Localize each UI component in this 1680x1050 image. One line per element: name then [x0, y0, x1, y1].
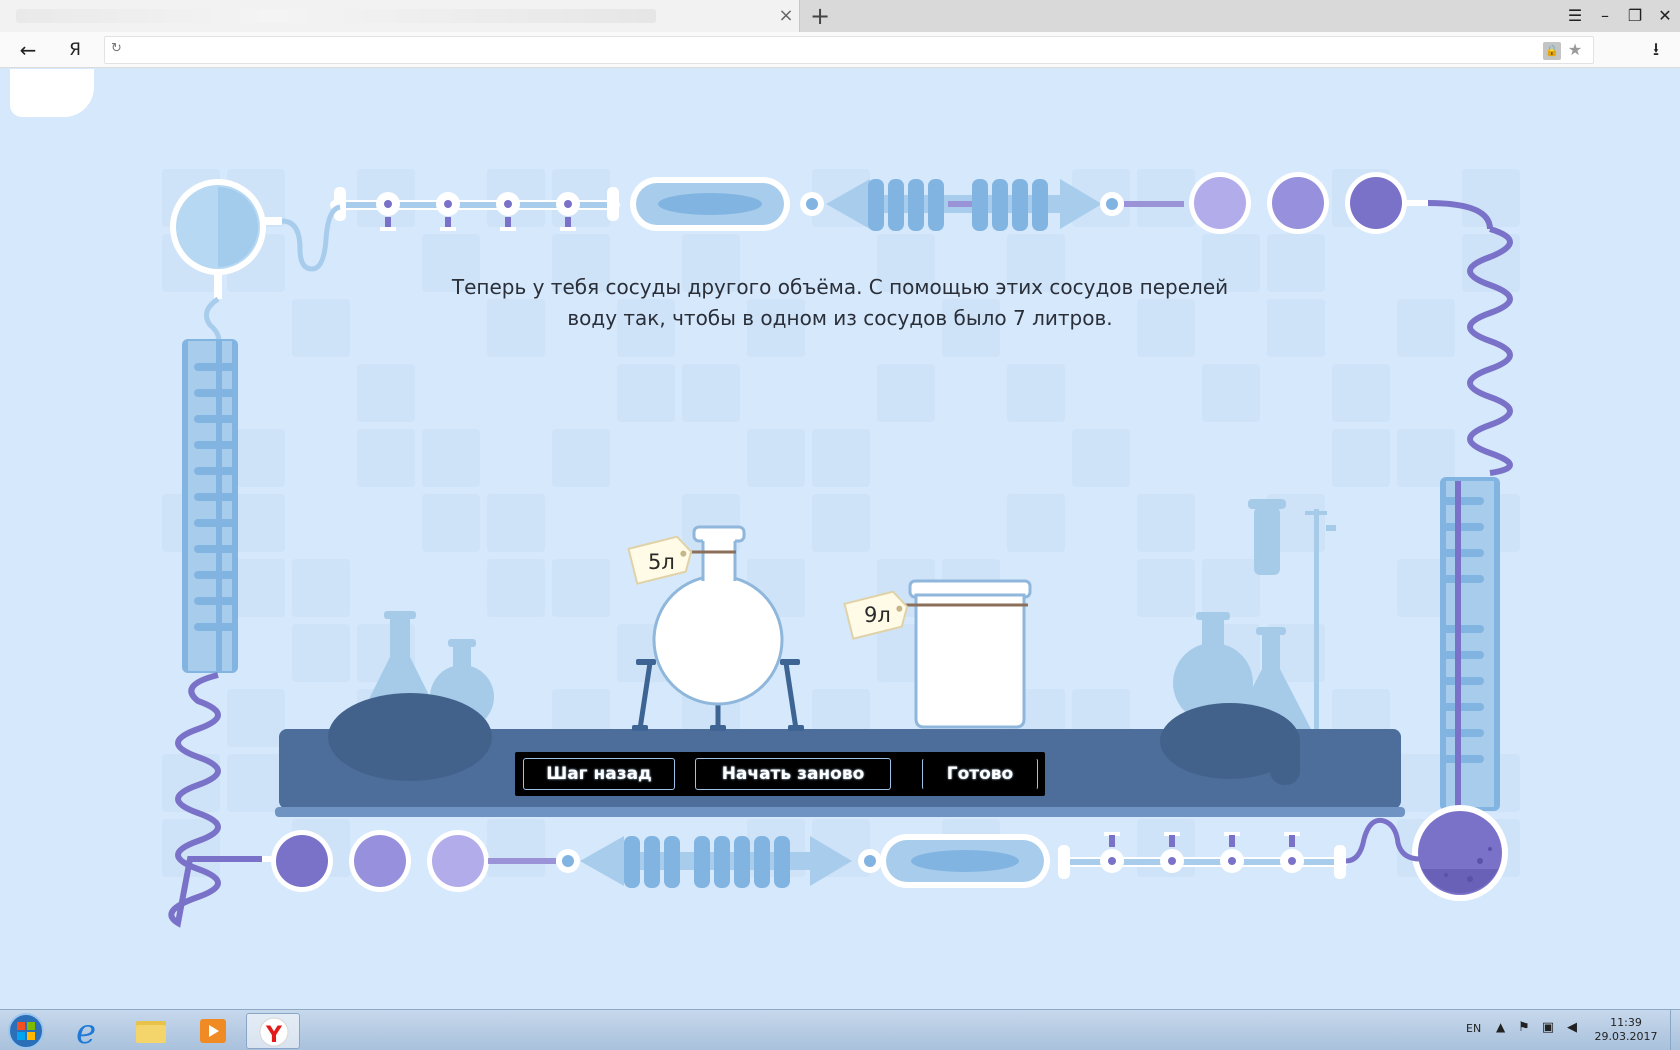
download-icon[interactable]: ⭳	[1644, 38, 1668, 62]
background-tile	[357, 364, 415, 422]
background-tile	[1007, 494, 1065, 552]
show-desktop-button[interactable]	[1670, 1010, 1680, 1050]
background-tile	[1072, 429, 1130, 487]
yandex-home-button[interactable]: Я	[62, 37, 88, 63]
action-center-flag-icon[interactable]: ⚑	[1516, 1020, 1532, 1036]
bookmark-star-icon[interactable]: ★	[1565, 40, 1585, 60]
vessel-label: 9л	[864, 603, 891, 627]
clock-date: 29.03.2017	[1594, 1030, 1658, 1043]
background-tile	[1202, 364, 1260, 422]
windows-start-icon[interactable]	[4, 1012, 48, 1050]
background-tile	[1267, 234, 1325, 292]
svg-text:e: e	[76, 1013, 96, 1049]
lock-icon[interactable]: 🔒	[1543, 42, 1561, 60]
close-window-icon[interactable]: ✕	[1650, 0, 1680, 32]
background-tile	[812, 429, 870, 487]
restart-button[interactable]: Начать заново	[695, 758, 891, 790]
lab-scene: 5л 9л	[162, 169, 1520, 928]
browser-toolbar: ← Я ↻ 🔒 ★ ⭳	[0, 32, 1680, 68]
background-tile	[422, 494, 480, 552]
menu-icon[interactable]: ☰	[1560, 0, 1590, 32]
game-page: 5л 9л Теперь у тебя сосуды другого объём…	[0, 69, 1680, 1009]
background-tile	[487, 819, 545, 877]
volume-icon[interactable]: ◀	[1564, 1020, 1580, 1036]
back-button[interactable]: ←	[14, 37, 42, 63]
vessel-5l-flask[interactable]: 5л	[627, 525, 804, 731]
background-tile	[1137, 559, 1195, 617]
close-tab-icon[interactable]: ×	[776, 6, 796, 26]
background-tile	[422, 429, 480, 487]
vessel-9l-beaker[interactable]: 9л	[843, 579, 1032, 729]
vessel-label: 5л	[648, 550, 675, 574]
background-tile	[812, 494, 870, 552]
svg-text:Y: Y	[265, 1023, 283, 1048]
background-tile	[487, 559, 545, 617]
background-tile	[617, 364, 675, 422]
background-tile	[357, 429, 415, 487]
address-bar[interactable]: ↻ 🔒 ★	[104, 36, 1594, 64]
step-back-button[interactable]: Шаг назад	[523, 758, 675, 790]
background-tile	[1202, 559, 1260, 617]
clock-time: 11:39	[1610, 1016, 1642, 1029]
tab-title	[16, 9, 656, 23]
address-input[interactable]	[131, 40, 1511, 60]
file-explorer-icon[interactable]	[124, 1013, 178, 1049]
background-tile	[1397, 299, 1455, 357]
background-tile	[292, 624, 350, 682]
restore-icon[interactable]: ❐	[1620, 0, 1650, 32]
background-tile	[1267, 299, 1325, 357]
background-tile	[1332, 364, 1390, 422]
background-tile	[552, 429, 610, 487]
background-tile	[1332, 429, 1390, 487]
tray-expand-icon[interactable]: ▲	[1496, 1020, 1505, 1034]
new-tab-button[interactable]: +	[806, 2, 834, 30]
background-tile	[682, 364, 740, 422]
background-tile	[1462, 169, 1520, 227]
window-controls: ☰ – ❐ ✕	[1560, 0, 1680, 32]
background-tile	[1007, 364, 1065, 422]
background-tile	[227, 754, 285, 812]
media-player-icon[interactable]	[186, 1013, 240, 1049]
internet-explorer-icon[interactable]: e	[62, 1012, 116, 1050]
background-tile	[292, 299, 350, 357]
reload-icon[interactable]: ↻	[111, 41, 127, 59]
background-tile	[1137, 169, 1195, 227]
background-tile	[552, 559, 610, 617]
browser-tab[interactable]: ×	[0, 0, 800, 32]
background-tile	[877, 364, 935, 422]
network-icon[interactable]: ▣	[1540, 1020, 1556, 1036]
background-tile	[227, 689, 285, 747]
windows-taskbar: e Y EN ▲ ⚑ ▣ ◀ 11:39 29.03.2017	[0, 1009, 1680, 1050]
language-indicator[interactable]: EN	[1466, 1022, 1481, 1035]
yandex-browser-taskbar-icon[interactable]: Y	[246, 1013, 300, 1049]
background-tile	[1137, 494, 1195, 552]
background-tile	[487, 494, 545, 552]
tab-strip: × + ☰ – ❐ ✕	[0, 0, 1680, 32]
done-button[interactable]: Готово	[922, 758, 1038, 790]
task-instruction: Теперь у тебя сосуды другого объёма. С п…	[451, 275, 1229, 330]
background-tile	[747, 429, 805, 487]
background-tile	[292, 559, 350, 617]
minimize-icon[interactable]: –	[1590, 0, 1620, 32]
clock[interactable]: 11:39 29.03.2017	[1586, 1016, 1666, 1044]
game-controls: Шаг назад Начать заново Готово	[515, 752, 1045, 796]
